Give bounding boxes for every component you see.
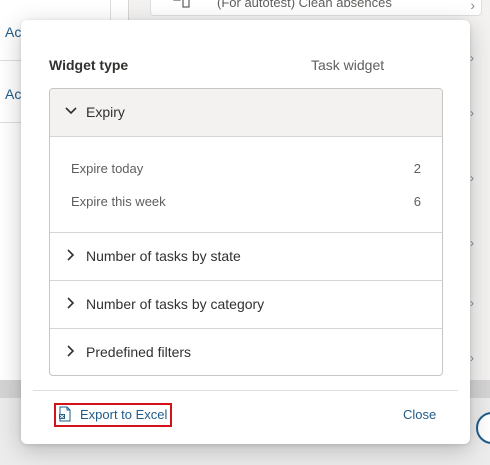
chevron-right-icon: [67, 297, 75, 309]
footer-divider: [33, 390, 458, 391]
close-button[interactable]: Close: [403, 407, 436, 422]
expiry-item-week: Expire this week 6: [71, 194, 421, 214]
divider: [50, 136, 442, 137]
accordion-title: Predefined filters: [86, 344, 192, 360]
background-edge: ›: [468, 100, 490, 130]
widget-type-row: Widget type Task widget: [49, 57, 442, 77]
widget-accordion: Expiry Expire today 2 Expire this week 6…: [49, 88, 443, 376]
background-edge: ›: [468, 165, 490, 195]
accordion-title: Expiry: [86, 104, 125, 120]
accordion-header-tasks-by-state[interactable]: Number of tasks by state: [50, 233, 442, 280]
chevron-right-icon: [67, 249, 75, 261]
accordion-header-predefined-filters[interactable]: Predefined filters: [50, 329, 442, 375]
chevron-down-icon: [65, 107, 77, 115]
background-edge: ›: [468, 290, 490, 320]
chevron-right-icon: [67, 345, 75, 357]
background-edge: ›: [468, 230, 490, 260]
expiry-item-today: Expire today 2: [71, 161, 421, 181]
background-list-item-label: Ac: [5, 86, 22, 102]
accordion-title: Number of tasks by state: [86, 248, 241, 264]
excel-file-icon: [59, 406, 71, 422]
task-icon: [173, 0, 190, 8]
export-to-excel-label: Export to Excel: [80, 407, 168, 422]
accordion-title: Number of tasks by category: [86, 296, 265, 312]
expiry-item-label: Expire this week: [71, 194, 166, 209]
widget-type-value: Task widget: [311, 57, 385, 73]
background-edge: ›: [468, 345, 490, 375]
background-task-item[interactable]: (For autotest) Clean absences ›: [150, 0, 482, 16]
background-edge: ›: [468, 45, 490, 75]
chevron-right-icon: ›: [470, 0, 475, 13]
background-list-item-label: Ac: [5, 24, 22, 40]
export-to-excel-button[interactable]: Export to Excel: [54, 403, 172, 427]
expiry-item-count: 2: [413, 161, 421, 176]
widget-type-label: Widget type: [49, 57, 129, 73]
accordion-header-tasks-by-category[interactable]: Number of tasks by category: [50, 281, 442, 328]
widget-dialog: Widget type Task widget Expiry Expire to…: [21, 20, 470, 444]
accordion-header-expiry[interactable]: Expiry: [50, 89, 442, 136]
expiry-item-label: Expire today: [71, 161, 144, 176]
expiry-item-count: 6: [413, 194, 421, 209]
background-task-text: (For autotest) Clean absences: [217, 0, 392, 10]
